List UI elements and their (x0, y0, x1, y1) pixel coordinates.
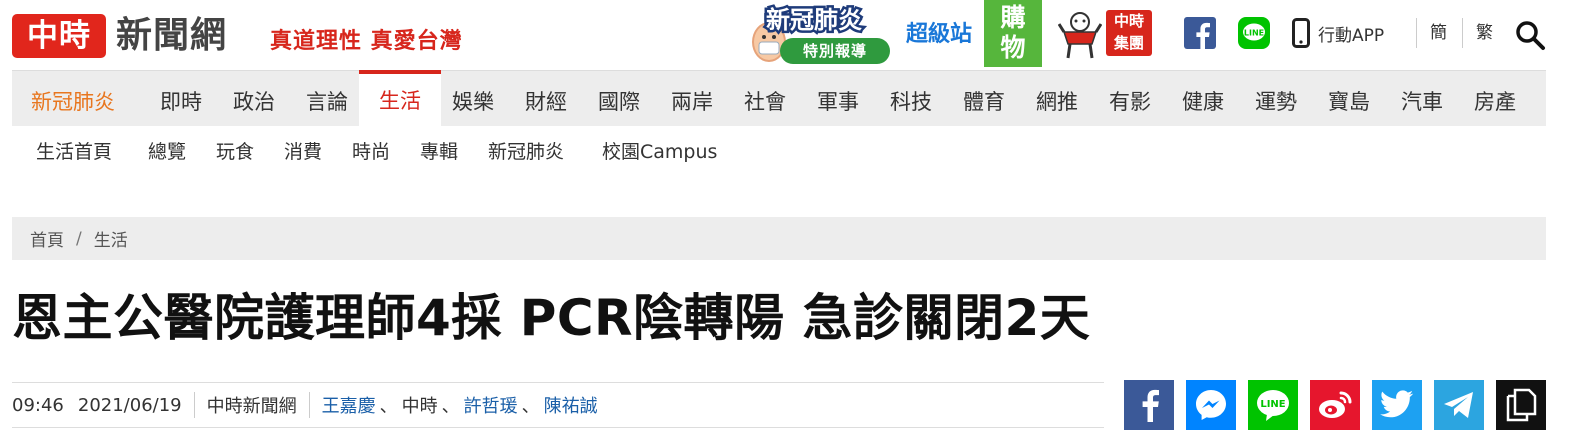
nav-item-realestate[interactable]: 房產 (1464, 71, 1526, 127)
site-header: 中時 新聞網 真道理性 真愛台灣 新冠肺炎 特別報導 超級站 購 物 中時 集團 (0, 0, 1586, 70)
mobile-app-label: 行動APP (1318, 25, 1385, 46)
china-times-group-logo[interactable]: 中時 集團 (1106, 10, 1152, 56)
author-link[interactable]: 陳祐誠 (544, 392, 598, 418)
subnav-item-covid[interactable]: 新冠肺炎 (488, 138, 564, 166)
subnav-item-consumer[interactable]: 消費 (284, 138, 322, 166)
nav-item-entertainment[interactable]: 娛樂 (442, 71, 504, 127)
mobile-app-link[interactable]: 行動APP (1292, 16, 1384, 50)
breadcrumb-home[interactable]: 首頁 (30, 226, 64, 251)
super-station-link[interactable]: 超級站 (906, 20, 972, 50)
facebook-icon[interactable] (1184, 17, 1216, 49)
svg-text:LINE: LINE (1260, 399, 1285, 410)
mobile-icon (1292, 18, 1310, 48)
svg-text:LINE: LINE (1244, 29, 1264, 38)
author-separator: 、 (441, 396, 460, 417)
subnav-item-special[interactable]: 專輯 (420, 138, 458, 166)
share-weibo-button[interactable] (1310, 380, 1360, 430)
nav-item-international[interactable]: 國際 (588, 71, 650, 127)
nav-item-cross-strait[interactable]: 兩岸 (661, 71, 723, 127)
subnav-item-overview[interactable]: 總覽 (148, 138, 186, 166)
article-date: 2021/06/19 (77, 394, 182, 416)
nav-item-video[interactable]: 有影 (1099, 71, 1161, 127)
share-copy-button[interactable] (1496, 380, 1546, 430)
twitter-icon (1380, 390, 1414, 418)
breadcrumb-separator: / (76, 228, 82, 249)
header-divider (1416, 18, 1417, 48)
author-link[interactable]: 許哲瑗 (464, 392, 518, 418)
nav-item-fortune[interactable]: 運勢 (1245, 71, 1307, 127)
main-nav: 新冠肺炎 即時 政治 言論 生活 娛樂 財經 國際 兩岸 社會 軍事 科技 體育… (12, 70, 1546, 127)
subnav-item-food[interactable]: 玩食 (216, 138, 254, 166)
header-divider (1462, 18, 1463, 48)
author-separator: 、 (521, 396, 540, 417)
covid-promo-title: 新冠肺炎 (764, 4, 865, 37)
group-logo-line-1: 中時 (1113, 12, 1144, 30)
nav-item-covid[interactable]: 新冠肺炎 (26, 71, 120, 127)
weibo-icon (1319, 391, 1352, 418)
messenger-icon (1196, 390, 1226, 420)
facebook-icon (1142, 389, 1159, 422)
mascot-icon[interactable] (1057, 10, 1103, 60)
share-telegram-button[interactable] (1434, 380, 1484, 430)
nav-item-sports[interactable]: 體育 (953, 71, 1015, 127)
share-messenger-button[interactable] (1186, 380, 1236, 430)
site-logo-mark[interactable]: 中時 (12, 14, 106, 58)
nav-item-military[interactable]: 軍事 (807, 71, 869, 127)
subnav-item-campus[interactable]: 校園Campus (602, 138, 717, 166)
lang-traditional-button[interactable]: 繁 (1476, 20, 1493, 46)
site-logo-text[interactable]: 新聞網 (116, 12, 227, 58)
author-plain: 中時 (401, 396, 438, 417)
article-time: 09:46 (12, 394, 64, 416)
author-link[interactable]: 王嘉慶 (322, 392, 376, 418)
site-slogan: 真道理性 真愛台灣 (270, 28, 463, 54)
line-icon: LINE (1257, 390, 1289, 421)
copy-icon (1506, 388, 1537, 422)
group-logo-line-2: 集團 (1113, 34, 1144, 52)
telegram-icon (1444, 392, 1473, 418)
subnav-item-life-home[interactable]: 生活首頁 (36, 138, 112, 166)
covid-promo-subtitle: 特別報導 (780, 38, 890, 64)
author-separator: 、 (379, 396, 398, 417)
shop-label-1: 購 (1000, 3, 1026, 32)
meta-divider (193, 392, 195, 418)
nav-item-technology[interactable]: 科技 (880, 71, 942, 127)
article-headline: 恩主公醫院護理師4採 PCR陰轉陽 急診關閉2天 (12, 289, 1091, 347)
nav-item-realtime[interactable]: 即時 (150, 71, 212, 127)
search-icon[interactable] (1514, 19, 1546, 51)
shopping-link[interactable]: 購 物 (984, 0, 1042, 67)
nav-item-island[interactable]: 寶島 (1318, 71, 1380, 127)
breadcrumb-current[interactable]: 生活 (94, 226, 128, 251)
nav-item-cars[interactable]: 汽車 (1391, 71, 1453, 127)
nav-item-opinion[interactable]: 言論 (296, 71, 358, 127)
nav-item-life[interactable]: 生活 (359, 70, 441, 127)
line-icon[interactable]: LINE (1238, 17, 1270, 49)
nav-item-society[interactable]: 社會 (734, 71, 796, 127)
sub-nav: 生活首頁 總覽 玩食 消費 時尚 專輯 新冠肺炎 校園Campus (12, 126, 1546, 182)
share-line-button[interactable]: LINE (1248, 380, 1298, 430)
breadcrumb: 首頁 / 生活 (12, 217, 1546, 260)
subnav-item-fashion[interactable]: 時尚 (352, 138, 390, 166)
share-twitter-button[interactable] (1372, 380, 1422, 430)
share-facebook-button[interactable] (1124, 380, 1174, 430)
lang-simplified-button[interactable]: 簡 (1430, 20, 1447, 46)
nav-item-health[interactable]: 健康 (1172, 71, 1234, 127)
nav-item-web-picks[interactable]: 網推 (1026, 71, 1088, 127)
nav-item-politics[interactable]: 政治 (223, 71, 285, 127)
covid-promo-banner[interactable]: 新冠肺炎 特別報導 (752, 4, 892, 66)
article-source: 中時新聞網 (206, 396, 297, 417)
meta-divider (308, 392, 310, 418)
shop-label-2: 物 (1000, 33, 1026, 62)
nav-item-finance[interactable]: 財經 (515, 71, 577, 127)
article-meta: 09:46 2021/06/19 中時新聞網 王嘉慶 、 中時 、 許哲瑗 、 … (12, 382, 1104, 428)
